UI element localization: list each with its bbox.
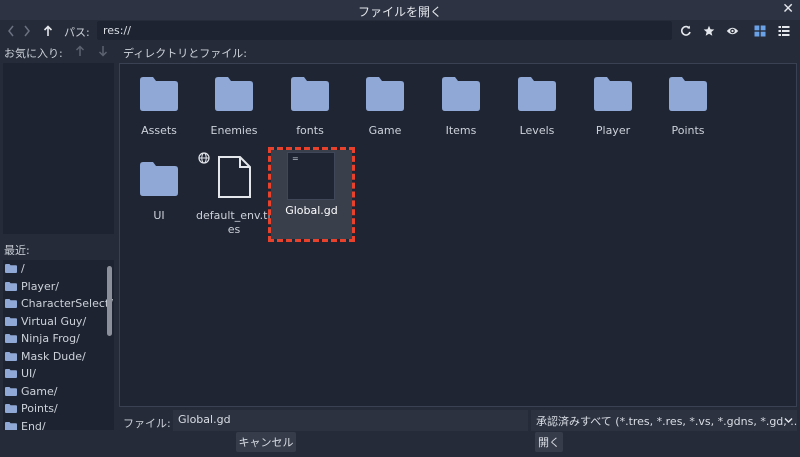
list-item[interactable]: Points/: [3, 400, 114, 418]
recent-item-label: Mask Dude/: [21, 349, 86, 363]
folder-icon: [5, 334, 17, 344]
list-item[interactable]: Player/: [3, 278, 114, 296]
list-view-icon[interactable]: [774, 21, 794, 41]
list-item[interactable]: UI/: [3, 365, 114, 383]
recent-item-label: CharacterSelect/: [21, 297, 113, 311]
recent-item-label: /: [21, 262, 25, 276]
eye-icon[interactable]: [722, 21, 742, 41]
favorites-header: お気に入り:: [4, 47, 63, 60]
title-bar: ファイルを開く ✕: [0, 0, 800, 20]
filename-field[interactable]: Global.gd: [173, 410, 528, 431]
folder-icon: [5, 264, 17, 274]
folder-tile-points[interactable]: Points: [650, 70, 726, 138]
recent-header: 最近:: [4, 244, 30, 257]
filter-value: 承認済みすべて (*.tres, *.res, *.vs, *.gdns, *.…: [536, 415, 797, 428]
file-label-text: ファイル:: [123, 417, 171, 430]
chevron-down-icon: [784, 418, 793, 423]
file-label: default_env.tres: [196, 209, 272, 236]
folder-tile-enemies[interactable]: Enemies: [196, 70, 272, 138]
close-icon[interactable]: ✕: [782, 1, 794, 17]
list-item[interactable]: /: [3, 260, 114, 278]
recent-item-label: End/: [21, 419, 46, 430]
folder-icon: [5, 386, 17, 396]
folder-tile-levels[interactable]: Levels: [499, 70, 575, 138]
recent-item-label: Game/: [21, 384, 58, 398]
favorites-list[interactable]: [3, 63, 114, 234]
filter-dropdown[interactable]: 承認済みすべて (*.tres, *.res, *.vs, *.gdns, *.…: [531, 410, 797, 431]
arrow-up-icon[interactable]: [39, 20, 57, 42]
chevron-right-icon[interactable]: [18, 20, 36, 42]
toolbar: パス:: [0, 20, 800, 42]
folder-label: Game: [368, 124, 402, 137]
list-item[interactable]: Game/: [3, 383, 114, 401]
scrollbar-thumb[interactable]: [107, 266, 112, 336]
folder-label: Player: [595, 124, 631, 137]
list-item[interactable]: Mask Dude/: [3, 348, 114, 366]
folder-icon: [215, 77, 253, 111]
folder-icon: [291, 77, 329, 111]
recent-item-label: Player/: [21, 279, 59, 293]
move-up-icon[interactable]: [73, 43, 87, 59]
folder-tile-ui[interactable]: UI: [121, 155, 197, 223]
directory-header: ディレクトリとファイル:: [123, 47, 247, 60]
folder-label: Assets: [141, 124, 177, 137]
recent-list[interactable]: / Player/ CharacterSelect/ Virtual Guy/ …: [3, 260, 114, 430]
folder-icon: [594, 77, 632, 111]
folder-label: UI: [153, 209, 165, 222]
path-label: パス:: [64, 26, 90, 39]
folder-icon: [5, 421, 17, 430]
grid-view-icon[interactable]: [750, 21, 770, 41]
star-icon[interactable]: [699, 21, 719, 41]
folder-label: Enemies: [210, 124, 258, 137]
folder-icon: [140, 77, 178, 111]
recent-scrollbar[interactable]: [107, 266, 112, 426]
folder-icon: [5, 281, 17, 291]
folder-icon: [5, 404, 17, 414]
folder-tile-game[interactable]: Game: [347, 70, 423, 138]
open-button[interactable]: 開く: [535, 432, 563, 452]
recent-item-label: UI/: [21, 367, 37, 381]
folder-label: Points: [671, 124, 705, 137]
list-item[interactable]: CharacterSelect/: [3, 295, 114, 313]
file-tile-default-env[interactable]: default_env.tres: [196, 150, 272, 237]
folder-label: Levels: [519, 124, 555, 137]
folder-icon: [5, 299, 17, 309]
script-icon: =: [287, 152, 335, 200]
folder-tile-fonts[interactable]: fonts: [272, 70, 348, 138]
window-title: ファイルを開く: [357, 5, 442, 19]
recent-item-label: Ninja Frog/: [21, 332, 80, 346]
folder-icon: [442, 77, 480, 111]
refresh-icon[interactable]: [676, 21, 696, 41]
folder-icon: [5, 351, 17, 361]
list-item[interactable]: End/: [3, 418, 114, 430]
folder-icon: [366, 77, 404, 111]
folder-icon: [669, 77, 707, 111]
folder-tile-items[interactable]: Items: [423, 70, 499, 138]
folder-tile-player[interactable]: Player: [575, 70, 651, 138]
recent-item-label: Virtual Guy/: [21, 314, 87, 328]
folder-icon: [5, 369, 17, 379]
folder-label: fonts: [296, 124, 324, 137]
file-label: Global.gd: [285, 204, 338, 217]
list-item[interactable]: Ninja Frog/: [3, 330, 114, 348]
folder-icon: [140, 162, 178, 196]
move-down-icon[interactable]: [96, 43, 110, 59]
folder-icon: [518, 77, 556, 111]
script-thumb-glyph: =: [292, 154, 299, 163]
path-input[interactable]: [97, 21, 672, 40]
folder-label: Items: [445, 124, 477, 137]
folder-icon: [5, 316, 17, 326]
list-item[interactable]: Virtual Guy/: [3, 313, 114, 331]
folder-tile-assets[interactable]: Assets: [121, 70, 197, 138]
recent-item-label: Points/: [21, 402, 58, 416]
file-icon: [218, 155, 251, 198]
cancel-button[interactable]: キャンセル: [236, 432, 296, 452]
